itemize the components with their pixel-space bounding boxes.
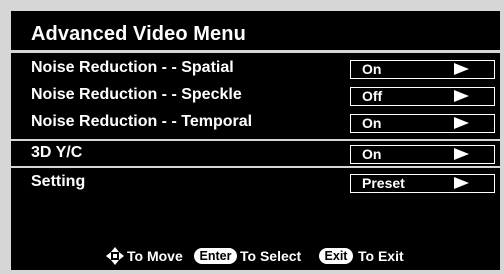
value-selector[interactable]: Off: [350, 87, 495, 106]
exit-hint-text: To Exit: [358, 248, 404, 264]
menu-title-bar: Advanced Video Menu: [11, 11, 500, 53]
right-arrow-icon[interactable]: [454, 63, 469, 75]
enter-key-badge: Enter: [194, 248, 237, 264]
menu-item-setting[interactable]: Setting Preset: [11, 170, 500, 196]
menu-item-label: Noise Reduction - - Temporal: [31, 113, 253, 130]
navigation-hint: To Move Enter To Select Exit To Exit: [11, 245, 500, 267]
menu-item-noise-reduction-spatial[interactable]: Noise Reduction - - Spatial On: [11, 56, 500, 82]
right-arrow-icon[interactable]: [454, 148, 469, 160]
value-text: On: [362, 146, 382, 162]
right-arrow-icon[interactable]: [454, 90, 469, 102]
move-hint-text: To Move: [127, 248, 183, 264]
menu-item-noise-reduction-temporal[interactable]: Noise Reduction - - Temporal On: [11, 110, 500, 136]
value-text: On: [362, 115, 382, 131]
menu-item-label: 3D Y/C: [31, 144, 83, 161]
four-way-arrow-icon: [106, 247, 124, 265]
menu-item-label: Setting: [31, 173, 86, 190]
value-selector[interactable]: On: [350, 60, 495, 79]
menu-item-label: Noise Reduction - - Spatial: [31, 59, 234, 76]
value-selector[interactable]: On: [350, 114, 495, 133]
value-text: Preset: [362, 175, 405, 191]
menu-item-3d-yc[interactable]: 3D Y/C On: [11, 141, 500, 167]
value-text: On: [362, 61, 382, 77]
advanced-video-menu: Advanced Video Menu Noise Reduction - - …: [11, 11, 500, 270]
menu-item-label: Noise Reduction - - Speckle: [31, 86, 242, 103]
select-hint-text: To Select: [240, 248, 302, 264]
right-arrow-icon[interactable]: [454, 177, 469, 189]
value-selector[interactable]: On: [350, 145, 495, 164]
divider: [11, 166, 500, 168]
menu-item-noise-reduction-speckle[interactable]: Noise Reduction - - Speckle Off: [11, 83, 500, 109]
menu-title: Advanced Video Menu: [31, 23, 246, 45]
exit-key-badge: Exit: [319, 248, 353, 264]
value-text: Off: [362, 88, 383, 104]
value-selector[interactable]: Preset: [350, 174, 495, 193]
right-arrow-icon[interactable]: [454, 117, 469, 129]
